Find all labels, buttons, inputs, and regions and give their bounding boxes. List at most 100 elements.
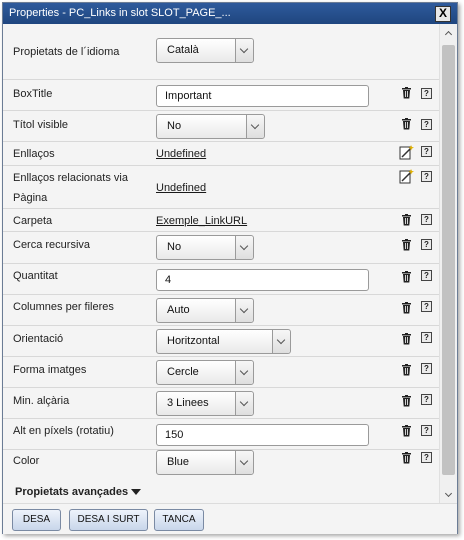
- chevron-down-icon: [235, 451, 253, 474]
- row-folder: Carpeta Exemple_LinkURL ?: [3, 209, 439, 232]
- chevron-down-icon: [235, 39, 253, 62]
- save-button[interactable]: DESA: [12, 509, 61, 531]
- help-icon[interactable]: ?: [421, 332, 432, 343]
- chevron-down-icon: [246, 115, 264, 138]
- chevron-down-icon: [272, 330, 290, 353]
- select-value: Auto: [167, 304, 190, 316]
- title-bar: Properties - PC_Links in slot SLOT_PAGE_…: [3, 3, 457, 24]
- trash-icon[interactable]: [401, 87, 412, 99]
- trash-icon[interactable]: [401, 364, 412, 376]
- window-title: Properties - PC_Links in slot SLOT_PAGE_…: [9, 7, 231, 19]
- row-language: Propietats de l´idioma Català: [3, 24, 439, 80]
- button-bar: DESA DESA I SURT TANCA: [3, 503, 457, 534]
- trash-icon[interactable]: [401, 118, 412, 130]
- select-value: Català: [167, 44, 199, 56]
- color-select[interactable]: Blue: [156, 450, 254, 475]
- select-value: No: [167, 241, 182, 253]
- row-label: Forma imatges: [13, 364, 87, 376]
- row-links: Enllaços Undefined ?: [3, 142, 439, 166]
- pixel-height-input[interactable]: [156, 424, 369, 446]
- row-label: Propietats de l´idioma: [13, 46, 120, 58]
- magic-wand-icon[interactable]: [399, 144, 415, 160]
- advanced-properties-toggle[interactable]: Propietats avançades: [15, 486, 142, 498]
- properties-window: Properties - PC_Links in slot SLOT_PAGE_…: [2, 2, 458, 534]
- row-label: Orientació: [13, 333, 64, 345]
- folder-link[interactable]: Exemple_LinkURL: [156, 213, 247, 229]
- row-label: Alt en píxels (rotatiu): [13, 425, 114, 437]
- recursive-search-select[interactable]: No: [156, 235, 254, 260]
- row-recursive-search: Cerca recursiva No ?: [3, 232, 439, 264]
- quantity-input[interactable]: [156, 269, 369, 291]
- close-dialog-button[interactable]: TANCA: [154, 509, 204, 531]
- row-label: Enllaços: [13, 148, 55, 160]
- select-value: 3 Linees: [167, 397, 209, 409]
- help-icon[interactable]: ?: [421, 146, 432, 157]
- trash-icon[interactable]: [401, 302, 412, 314]
- help-icon[interactable]: ?: [421, 363, 432, 374]
- trash-icon[interactable]: [401, 214, 412, 226]
- select-value: Horitzontal: [167, 335, 220, 347]
- trash-icon[interactable]: [401, 271, 412, 283]
- row-pixel-height: Alt en píxels (rotatiu) ?: [3, 419, 439, 450]
- caret-down-icon: [131, 489, 142, 496]
- chevron-down-icon: [235, 299, 253, 322]
- scrollbar-thumb[interactable]: [442, 45, 455, 475]
- help-icon[interactable]: ?: [421, 394, 432, 405]
- language-select[interactable]: Català: [156, 38, 254, 63]
- row-label: BoxTitle: [13, 88, 53, 100]
- properties-list: Propietats de l´idioma Català BoxTitle ?…: [3, 24, 439, 503]
- help-icon[interactable]: ?: [421, 452, 432, 463]
- help-icon[interactable]: ?: [421, 171, 432, 182]
- row-label: Color: [13, 455, 40, 467]
- close-button[interactable]: X: [435, 6, 451, 22]
- scroll-up-arrow-icon[interactable]: [440, 24, 457, 41]
- properties-panel: Propietats de l´idioma Català BoxTitle ?…: [3, 24, 457, 503]
- advanced-properties-label: Propietats avançades: [15, 486, 129, 498]
- save-and-exit-button[interactable]: DESA I SURT: [69, 509, 148, 531]
- help-icon[interactable]: ?: [421, 88, 432, 99]
- select-value: No: [167, 120, 182, 132]
- image-shape-select[interactable]: Cercle: [156, 360, 254, 385]
- row-boxtitle: BoxTitle ?: [3, 80, 439, 111]
- help-icon[interactable]: ?: [421, 239, 432, 250]
- related-links-link[interactable]: Undefined: [156, 180, 206, 196]
- help-icon[interactable]: ?: [421, 270, 432, 281]
- row-color: Color Blue ?: [3, 450, 439, 480]
- help-icon[interactable]: ?: [421, 425, 432, 436]
- chevron-down-icon: [235, 236, 253, 259]
- orientation-select[interactable]: Horitzontal: [156, 329, 291, 354]
- title-visible-select[interactable]: No: [156, 114, 265, 139]
- columns-select[interactable]: Auto: [156, 298, 254, 323]
- trash-icon[interactable]: [401, 452, 412, 464]
- row-label: Carpeta: [13, 215, 53, 227]
- help-icon[interactable]: ?: [421, 214, 432, 225]
- boxtitle-input[interactable]: [156, 85, 369, 107]
- row-label: Min. alçària: [13, 395, 70, 407]
- row-label: Cerca recursiva: [13, 239, 91, 251]
- vertical-scrollbar[interactable]: [439, 24, 457, 503]
- trash-icon[interactable]: [401, 239, 412, 251]
- select-value: Blue: [167, 456, 190, 468]
- trash-icon[interactable]: [401, 395, 412, 407]
- help-icon[interactable]: ?: [421, 119, 432, 130]
- chevron-down-icon: [235, 392, 253, 415]
- row-related-links: Enllaços relacionats via Pàgina Undefine…: [3, 166, 439, 209]
- links-link[interactable]: Undefined: [156, 146, 206, 162]
- scroll-down-arrow-icon[interactable]: [440, 486, 457, 503]
- row-columns: Columnes per fileres Auto ?: [3, 295, 439, 326]
- row-orientation: Orientació Horitzontal ?: [3, 326, 439, 357]
- select-value: Cercle: [167, 366, 199, 378]
- row-min-height: Min. alçària 3 Linees ?: [3, 388, 439, 419]
- help-icon[interactable]: ?: [421, 301, 432, 312]
- row-label: Enllaços relacionats via Pàgina: [13, 172, 128, 204]
- row-title-visible: Títol visible No ?: [3, 111, 439, 142]
- row-image-shape: Forma imatges Cercle ?: [3, 357, 439, 388]
- magic-wand-icon[interactable]: [399, 168, 415, 184]
- row-label: Quantitat: [13, 270, 58, 282]
- trash-icon[interactable]: [401, 425, 412, 437]
- row-label: Títol visible: [13, 119, 69, 131]
- trash-icon[interactable]: [401, 333, 412, 345]
- row-quantity: Quantitat ?: [3, 264, 439, 295]
- row-label: Columnes per fileres: [13, 301, 114, 313]
- min-height-select[interactable]: 3 Linees: [156, 391, 254, 416]
